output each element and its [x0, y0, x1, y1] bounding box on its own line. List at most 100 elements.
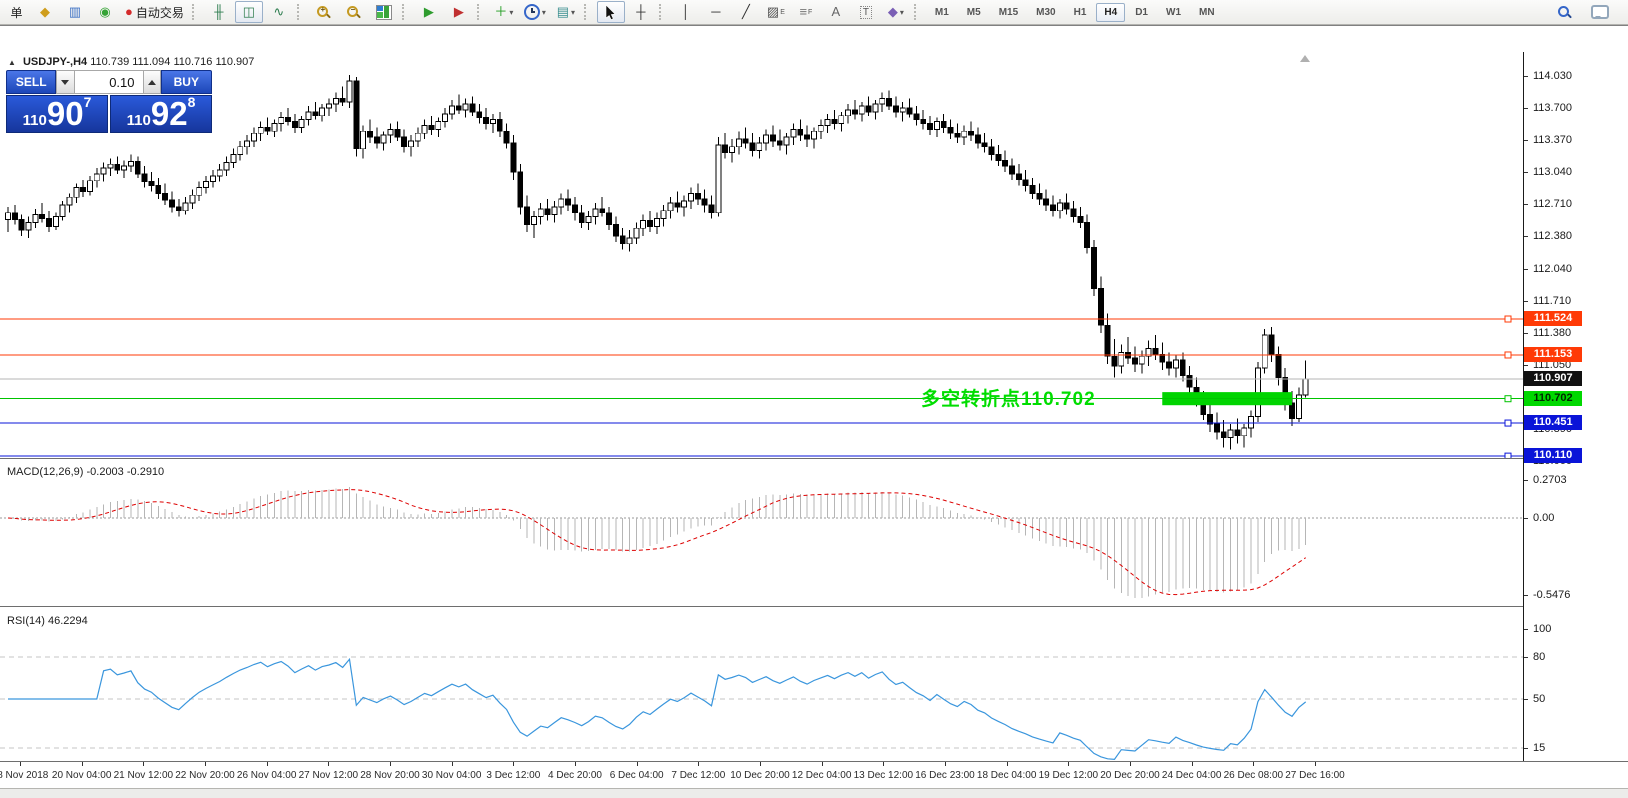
candle [633, 227, 640, 239]
indicators-icon-dropdown: ▾ [509, 7, 514, 17]
buy-price-display[interactable]: 110 92 8 [110, 95, 212, 133]
candle [858, 105, 865, 115]
sell-button[interactable]: SELL [6, 70, 57, 94]
search-icon[interactable] [1550, 1, 1578, 23]
candle [1241, 427, 1248, 437]
templates-icon[interactable]: ▤ ▾ [552, 1, 580, 23]
timeframe-m5-button[interactable]: M5 [959, 3, 989, 22]
candle [489, 119, 496, 124]
candle [729, 146, 735, 154]
price-axis[interactable]: 114.030 113.700 113.370 113.040 112.710 112.3… [1524, 52, 1628, 761]
buy-button[interactable]: BUY [160, 70, 212, 94]
candle [817, 125, 824, 132]
chart-window-icon[interactable]: ▥ [61, 1, 89, 23]
periods-icon[interactable]: ▾ [520, 1, 550, 23]
time-axis[interactable]: 18 Nov 201820 Nov 04:0021 Nov 12:0022 No… [0, 762, 1628, 788]
zoom-out-icon[interactable]: − [340, 1, 368, 23]
timeframe-h4-button[interactable]: H4 [1096, 2, 1126, 22]
arrows-icon[interactable]: ◆ ▾ [882, 1, 910, 23]
triangle-down-icon [61, 79, 70, 85]
crosshair-icon[interactable]: ┼ [627, 1, 655, 23]
y-tick-label: 112.710 [1533, 198, 1572, 210]
timeframe-m15-button[interactable]: M15 [991, 3, 1026, 22]
line-handle[interactable] [1504, 419, 1512, 427]
main-chart-pane[interactable] [0, 52, 1523, 458]
macd-canvas[interactable] [0, 463, 1523, 606]
chart-shift-marker[interactable] [1300, 55, 1310, 62]
price-tag-110.907[interactable]: 110.907 [1524, 370, 1582, 386]
candle [790, 128, 797, 138]
timeframe-d1-button[interactable]: D1 [1127, 3, 1156, 22]
candle [1084, 221, 1091, 249]
candle [421, 125, 428, 134]
price-tag-110.451[interactable]: 110.451 [1524, 415, 1582, 431]
candle [496, 119, 503, 132]
indicators-icon[interactable]: ＋ ▾ [490, 1, 518, 23]
candle [1138, 355, 1145, 365]
line-chart-icon[interactable]: ∿ [265, 1, 293, 23]
timeframe-m30-button[interactable]: M30 [1028, 3, 1063, 22]
sell-price-display[interactable]: 110 90 7 [6, 95, 108, 133]
candle [264, 126, 271, 132]
candle [612, 223, 619, 237]
tile-windows-icon[interactable] [370, 1, 398, 23]
timeframe-w1-button[interactable]: W1 [1158, 3, 1189, 22]
x-tick-label: 30 Nov 04:00 [421, 770, 482, 781]
rsi-pane[interactable] [0, 611, 1523, 761]
new-order-button-partial[interactable]: 单 [1, 1, 29, 23]
price-tag-110.110[interactable]: 110.110 [1524, 448, 1582, 464]
community-icon[interactable]: ◉ [91, 1, 119, 23]
macd-pane[interactable] [0, 463, 1523, 606]
x-tick-label: 28 Nov 20:00 [360, 770, 420, 781]
auto-scroll-icon[interactable]: ▶ [415, 1, 443, 23]
candle [640, 220, 647, 229]
price-tag-110.702[interactable]: 110.702 [1524, 390, 1582, 406]
timeframe-h1-button[interactable]: H1 [1066, 3, 1095, 22]
fibonacci-icon[interactable]: ≡ F [792, 1, 820, 23]
text-label-icon[interactable]: T [852, 1, 880, 23]
line-handle[interactable] [1504, 351, 1512, 359]
candle [1234, 429, 1241, 437]
y-tick [1524, 268, 1528, 270]
rsi-canvas[interactable] [0, 611, 1523, 761]
autotrading-button[interactable]: ● 自动交易 [121, 1, 188, 23]
candle [394, 128, 401, 138]
candle [189, 194, 196, 204]
candle [373, 136, 380, 144]
equidistant-channel-icon[interactable]: ▨ E [762, 1, 790, 23]
candle [442, 113, 449, 123]
cursor-icon[interactable] [596, 1, 625, 23]
zoom-in-icon[interactable]: + [310, 1, 338, 23]
chart-shift-icon[interactable]: ▶ [445, 1, 473, 23]
trendline-icon[interactable]: ╱ [732, 1, 760, 23]
pivot-annotation-text[interactable]: 多空转折点110.702 [921, 384, 1096, 411]
candlestick-icon[interactable]: ◫ [234, 1, 263, 23]
candle [367, 130, 373, 138]
timeframe-mn-button[interactable]: MN [1191, 3, 1223, 22]
bar-chart-icon[interactable]: ╫ [205, 1, 233, 23]
vertical-line-icon[interactable]: │ [672, 1, 700, 23]
volume-input[interactable] [74, 70, 143, 94]
metaeditor-icon[interactable]: ◆ [31, 1, 59, 23]
candle [148, 181, 155, 187]
candle [606, 212, 612, 225]
line-handle[interactable] [1504, 395, 1512, 403]
price-tag-111.524[interactable]: 111.524 [1524, 311, 1582, 326]
candle [688, 192, 694, 202]
candle [906, 107, 913, 115]
line-handle[interactable] [1504, 315, 1512, 323]
text-icon[interactable]: A [822, 1, 850, 23]
candle [66, 196, 73, 206]
volume-increase-button[interactable] [142, 70, 161, 94]
candle [87, 180, 93, 192]
toolbar-separator [583, 4, 593, 20]
chat-icon[interactable] [1586, 1, 1614, 23]
candle [810, 130, 817, 140]
candlestick-canvas[interactable] [0, 52, 1523, 458]
collapse-panel-icon[interactable]: ▲ [8, 58, 16, 67]
volume-decrease-button[interactable] [56, 70, 75, 94]
timeframe-m1-button[interactable]: M1 [927, 3, 957, 22]
horizontal-line-icon[interactable]: ─ [702, 1, 730, 23]
price-tag-111.153[interactable]: 111.153 [1524, 346, 1582, 362]
x-tick-label: 6 Dec 04:00 [609, 770, 664, 781]
